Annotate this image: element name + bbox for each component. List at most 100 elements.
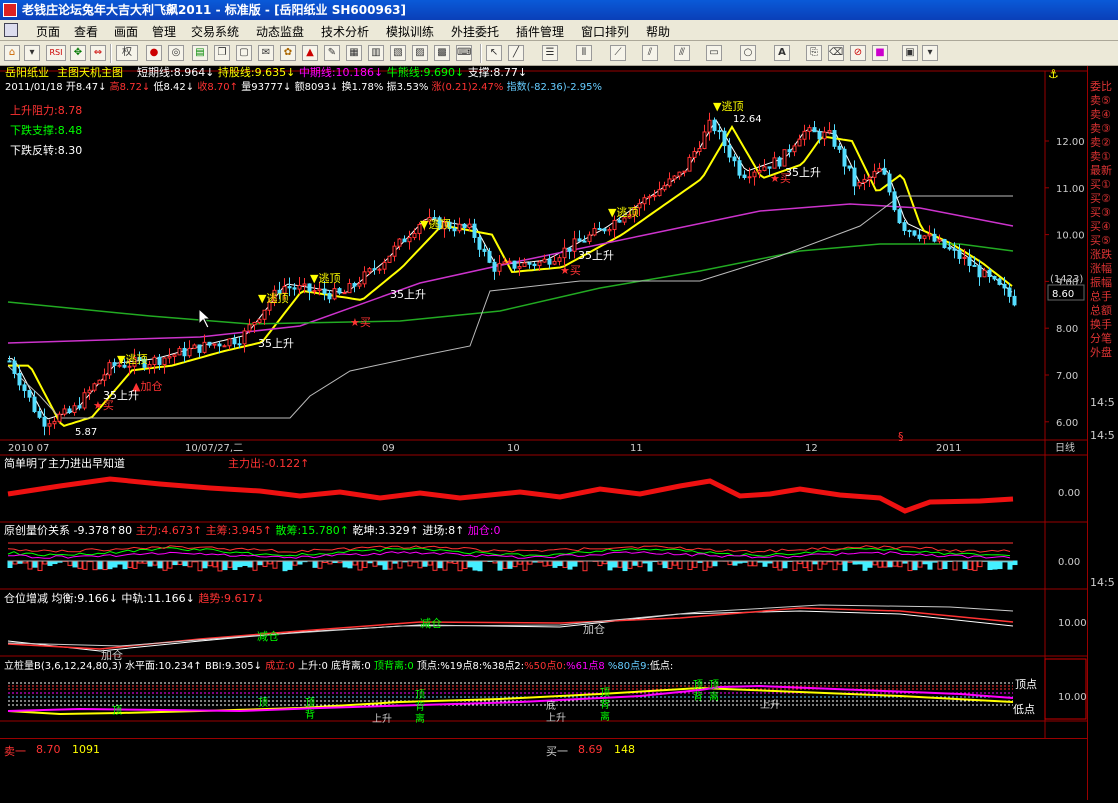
table-icon[interactable]: ▩ [434, 45, 450, 61]
menu-window-arrange[interactable]: 窗口排列 [581, 23, 629, 40]
menu-trading-system[interactable]: 交易系统 [191, 23, 239, 40]
sell1-price: 8.70 [36, 743, 61, 756]
volume-bar [238, 561, 242, 567]
candle-body [643, 198, 646, 204]
volume-bar [8, 561, 12, 567]
copy-tool-icon[interactable]: ⎘ [806, 45, 822, 61]
chart-icon[interactable]: ▧ [390, 45, 406, 61]
menu-help[interactable]: 帮助 [646, 23, 670, 40]
vline-tool-icon[interactable]: ⫴ [576, 45, 592, 61]
indicator-icon[interactable]: ● [146, 45, 162, 61]
alarm-icon[interactable]: ▲ [302, 45, 318, 61]
candle-body [688, 157, 691, 171]
candle-body [308, 284, 311, 291]
line-tool-icon[interactable]: ╱ [508, 45, 524, 61]
hline-tool-icon[interactable]: ☰ [542, 45, 558, 61]
color-icon[interactable]: ■ [872, 45, 888, 61]
delete-icon[interactable]: ⊘ [850, 45, 866, 61]
chat-icon[interactable]: ✉ [258, 45, 274, 61]
compare-icon[interactable]: ◎ [168, 45, 184, 61]
menu-view[interactable]: 查看 [74, 23, 98, 40]
candle-body [93, 384, 96, 390]
sell1-volume: 1091 [72, 743, 100, 756]
candle-body [608, 229, 611, 230]
candle-body [18, 373, 21, 384]
volume-bar [908, 561, 912, 571]
candle-body [73, 406, 76, 413]
bug-icon[interactable]: ✿ [280, 45, 296, 61]
toolbar: ⌂ ▾ RSI ✥ ⇔ 权 ● ◎ ▤ ❐ ▢ ✉ ✿ ▲ ✎ ▦ ▥ ▧ ▨ … [0, 41, 1118, 66]
menu-tech-analysis[interactable]: 技术分析 [321, 23, 369, 40]
candle-body [223, 346, 226, 347]
high-label: 12.64 [733, 114, 762, 125]
volume-bar [668, 561, 672, 569]
save-dropdown-icon[interactable]: ▾ [922, 45, 938, 61]
window-icon[interactable]: ▢ [236, 45, 252, 61]
chart-area[interactable]: 岳阳纸业 主图天机主图 短期线:8.964↓ 持股线:9.635↓ 中期线:10… [0, 66, 1087, 800]
candle-body [613, 220, 616, 229]
save-icon[interactable]: ▣ [902, 45, 918, 61]
menu-external-order[interactable]: 外挂委托 [451, 23, 499, 40]
menu-page[interactable]: 页面 [36, 23, 60, 40]
mdi-window-icon[interactable] [4, 23, 18, 37]
candle-body [463, 224, 466, 227]
book-icon[interactable]: ▤ [192, 45, 208, 61]
panel4-item: 低点: [650, 659, 673, 672]
dropdown-icon[interactable]: ▾ [24, 45, 40, 61]
candle-body [843, 149, 846, 166]
rsi-button[interactable]: RSI [46, 45, 66, 61]
arrows-icon[interactable]: ⇔ [90, 45, 106, 61]
channel-tool-icon[interactable]: ⫽ [642, 45, 658, 61]
chart-annotation: ▼逃顶 [420, 218, 450, 231]
volume-bar [433, 561, 437, 570]
layout-icon[interactable]: ▥ [368, 45, 384, 61]
quan-button[interactable]: 权 [116, 45, 138, 61]
volume-bar [163, 561, 167, 570]
grid-icon[interactable]: ▦ [346, 45, 362, 61]
period-label[interactable]: 日线 [1055, 441, 1075, 454]
circle-tool-icon[interactable]: ○ [740, 45, 756, 61]
chart-canvas[interactable]: 岳阳纸业 主图天机主图 短期线:8.964↓ 持股线:9.635↓ 中期线:10… [0, 66, 1087, 800]
volume-bar [688, 561, 692, 569]
fan-tool-icon[interactable]: ⟋ [610, 45, 626, 61]
rect-tool-icon[interactable]: ▭ [706, 45, 722, 61]
chart-annotation: ▼逃顶 [310, 272, 340, 285]
volume-bar [218, 561, 222, 571]
volume-bar [288, 561, 292, 569]
report-icon[interactable]: ▨ [412, 45, 428, 61]
eraser-icon[interactable]: ⌫ [828, 45, 844, 61]
copy-icon[interactable]: ❐ [214, 45, 230, 61]
time-scale-label: 14:5 [1090, 396, 1115, 409]
move-icon[interactable]: ✥ [70, 45, 86, 61]
low-label: 5.87 [75, 427, 97, 438]
volume-bar [363, 561, 367, 567]
volume-bar [473, 561, 477, 570]
parallel-tool-icon[interactable]: ⫻ [674, 45, 690, 61]
menu-simulation[interactable]: 模拟训练 [386, 23, 434, 40]
pen-icon[interactable]: ✎ [324, 45, 340, 61]
text-tool-icon[interactable]: A [774, 45, 790, 61]
panel4-axis: 10.00 [1058, 692, 1087, 703]
volume-bar [243, 561, 247, 565]
menu-manage[interactable]: 管理 [152, 23, 176, 40]
menu-plugin-manage[interactable]: 插件管理 [516, 23, 564, 40]
home-icon[interactable]: ⌂ [4, 45, 20, 61]
panel2-item: 加仓:0 [468, 523, 501, 537]
volume-bar [223, 561, 227, 570]
main-chart-name: 主图天机主图 [57, 66, 123, 79]
candle-body [533, 264, 536, 265]
volume-bar [608, 561, 612, 570]
volume-bar [408, 561, 412, 566]
anchor-icon[interactable]: ⚓ [1048, 67, 1059, 81]
candle-body [148, 365, 151, 368]
volume-bar [663, 561, 667, 568]
pointer-icon[interactable]: ↖ [486, 45, 502, 61]
chart-annotation: ★买 [350, 316, 371, 329]
keyboard-icon[interactable]: ⌨ [456, 45, 472, 61]
menu-screen[interactable]: 画面 [114, 23, 138, 40]
candle-body [53, 421, 56, 423]
panel4-mark: 顶 [693, 679, 703, 691]
menu-dynamic-monitor[interactable]: 动态监盘 [256, 23, 304, 40]
volume-bar [1013, 561, 1017, 565]
candle-body [498, 264, 501, 272]
